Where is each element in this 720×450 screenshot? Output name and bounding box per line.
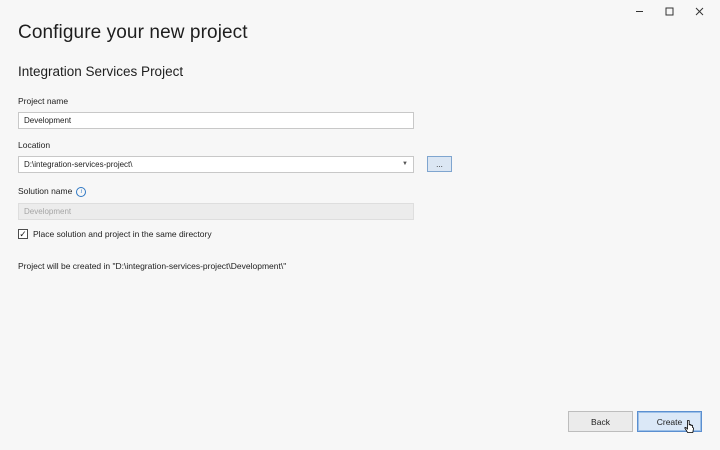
solution-name-label: Solution name <box>18 186 73 196</box>
info-icon[interactable]: i <box>76 186 87 197</box>
solution-name-input: Development <box>18 203 414 220</box>
location-value: D:\integration-services-project\ <box>24 160 133 169</box>
browse-button[interactable]: ... <box>427 156 452 172</box>
page-title: Configure your new project <box>18 22 248 43</box>
project-name-input[interactable]: Development <box>18 112 414 129</box>
maximize-button[interactable] <box>654 2 684 20</box>
mouse-cursor-icon <box>684 420 694 433</box>
window-controls <box>624 2 714 20</box>
same-directory-checkbox[interactable]: ✓ <box>18 229 28 239</box>
close-button[interactable] <box>684 2 714 20</box>
maximize-icon <box>665 7 673 15</box>
same-directory-label: Place solution and project in the same d… <box>33 229 212 239</box>
same-directory-option[interactable]: ✓ Place solution and project in the same… <box>18 229 212 239</box>
project-path-summary: Project will be created in "D:\integrati… <box>18 261 287 271</box>
close-icon <box>695 7 703 15</box>
minimize-icon <box>635 10 643 12</box>
project-name-label: Project name <box>18 96 69 106</box>
project-type-subtitle: Integration Services Project <box>18 64 184 79</box>
checkmark-icon: ✓ <box>19 228 27 239</box>
minimize-button[interactable] <box>624 2 654 20</box>
solution-name-label-row: Solution name i <box>18 186 87 197</box>
location-label: Location <box>18 140 51 150</box>
back-button[interactable]: Back <box>568 411 633 432</box>
location-select[interactable]: D:\integration-services-project\ ▼ <box>18 156 414 173</box>
chevron-down-icon[interactable]: ▼ <box>402 157 408 172</box>
